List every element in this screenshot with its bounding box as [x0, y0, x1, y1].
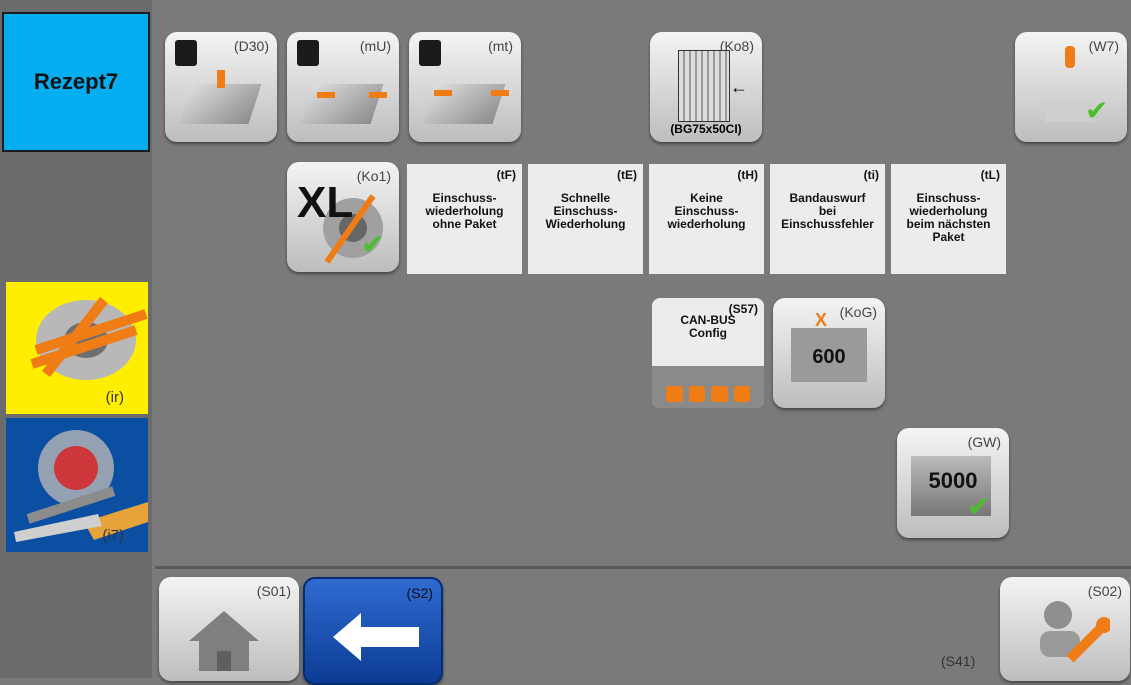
magnifier-icon [14, 430, 148, 542]
tf-option[interactable]: (tF) Einschuss- wiederholung ohne Paket [407, 164, 522, 274]
gw-button[interactable]: (GW) 5000 ✔ [897, 428, 1009, 538]
sensor-icon [1065, 46, 1075, 68]
tf-label: Einschuss- wiederholung ohne Paket [425, 191, 504, 231]
s2-code: (S2) [406, 585, 433, 601]
arrow-left-icon: ← [730, 77, 748, 97]
recipe-label[interactable]: Rezept7 [2, 12, 150, 152]
coil-icon [30, 296, 148, 380]
th-option[interactable]: (tH) Keine Einschuss- wiederholung [649, 164, 764, 274]
te-code: (tE) [617, 168, 637, 182]
check-icon: ✔ [361, 229, 385, 260]
left-panel: Rezept7 (ir) (i7) [0, 0, 152, 678]
tl-code: (tL) [980, 168, 1000, 182]
bottom-bar: (S01) (S2) (S02) (S41) [155, 566, 1131, 685]
check-icon: ✔ [967, 491, 991, 522]
canbus-icon [666, 386, 750, 402]
w7-code: (W7) [1088, 38, 1119, 54]
tl-label: Einschuss- wiederholung beim nächsten Pa… [906, 191, 991, 244]
gw-code: (GW) [967, 434, 1001, 450]
home-button[interactable]: (S01) [159, 577, 299, 681]
mt-button[interactable]: (mt) [409, 32, 521, 142]
i7-button[interactable]: (i7) [6, 418, 148, 552]
d30-button[interactable]: (D30) [165, 32, 277, 142]
xl-text: XL [297, 178, 354, 227]
s41-code: (S41) [941, 653, 976, 669]
ko8-button[interactable]: (Ko8) ← (BG75x50CI) [650, 32, 762, 142]
arrow-left-icon [369, 92, 387, 98]
main-panel: (D30) (mU) (mt) (Ko8) ← (BG75x50CI) (W7)… [155, 8, 1131, 564]
kog-code: (KoG) [839, 304, 877, 320]
motor-icon [175, 40, 197, 66]
back-button[interactable]: (S2) [303, 577, 443, 685]
s57-label: CAN-BUS Config [680, 313, 736, 340]
settings-button[interactable]: (S02) [1000, 577, 1130, 681]
kog-button[interactable]: (KoG) X 600 [773, 298, 885, 408]
mt-code: (mt) [488, 38, 513, 54]
box-icon [300, 84, 384, 124]
motor-icon [297, 40, 319, 66]
kog-value: 600 [812, 346, 846, 368]
ti-label: Bandauswurf bei Einschussfehler [781, 191, 874, 231]
ko8-sub: (BG75x50CI) [670, 122, 742, 136]
band-guide-icon [678, 50, 730, 122]
check-icon: ✔ [1085, 95, 1109, 126]
ir-button[interactable]: (ir) [6, 282, 148, 414]
mu-button[interactable]: (mU) [287, 32, 399, 142]
ir-code: (ir) [105, 389, 124, 406]
s57-button[interactable]: (S57) CAN-BUS Config [652, 298, 764, 408]
d30-code: (D30) [233, 38, 269, 54]
te-label: Schnelle Einschuss- Wiederholung [545, 191, 626, 231]
s01-code: (S01) [256, 583, 291, 599]
mu-code: (mU) [359, 38, 391, 54]
box-icon [178, 84, 262, 124]
arrow-down-icon [217, 70, 225, 88]
ti-code: (ti) [863, 168, 879, 182]
arrow-right-icon [434, 90, 452, 96]
te-option[interactable]: (tE) Schnelle Einschuss- Wiederholung [528, 164, 643, 274]
ko1-code: (Ko1) [356, 168, 391, 184]
tl-option[interactable]: (tL) Einschuss- wiederholung beim nächst… [891, 164, 1006, 274]
th-label: Keine Einschuss- wiederholung [667, 191, 746, 231]
ko1-button[interactable]: (Ko1) XL ✔ [287, 162, 399, 272]
arrow-left-icon [491, 90, 509, 96]
i7-code: (i7) [102, 527, 124, 544]
kog-x: X [815, 310, 828, 330]
arrow-left-icon [333, 613, 419, 661]
gw-value: 5000 [928, 468, 978, 493]
home-icon [189, 611, 259, 671]
th-code: (tH) [737, 168, 758, 182]
tf-code: (tF) [496, 168, 516, 182]
motor-icon [419, 40, 441, 66]
w7-button[interactable]: (W7) ✔ [1015, 32, 1127, 142]
arrow-right-icon [317, 92, 335, 98]
ti-option[interactable]: (ti) Bandauswurf bei Einschussfehler [770, 164, 885, 274]
service-icon [1040, 601, 1110, 663]
